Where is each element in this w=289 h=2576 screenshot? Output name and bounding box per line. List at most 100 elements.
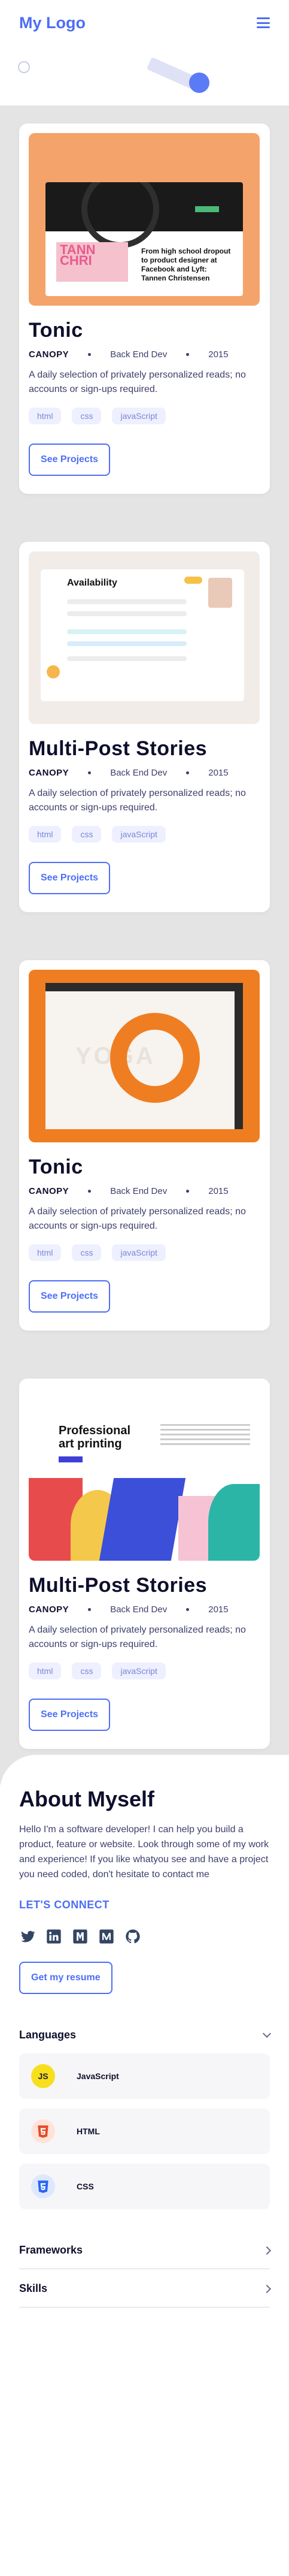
project-meta: CANOPY Back End Dev 2015 <box>29 768 260 778</box>
meta-dot <box>88 353 92 356</box>
languages-list: JS JavaScript HTML CSS <box>19 2053 270 2231</box>
skills-group: Skills <box>19 2269 272 2307</box>
see-projects-button[interactable]: See Projects <box>29 1280 111 1313</box>
project-company: CANOPY <box>29 1186 69 1196</box>
project-year: 2015 <box>208 768 229 778</box>
hamburger-menu-icon[interactable] <box>257 17 270 28</box>
meta-dot <box>88 1190 92 1193</box>
javascript-icon: JS <box>31 2064 55 2088</box>
project-card: Professional art printing Multi-Post Sto… <box>19 1379 270 1749</box>
project-tags: html css javaScript <box>29 826 260 843</box>
project-thumbnail: TANN CHRI From high school dropout to pr… <box>29 133 260 306</box>
project-role: Back End Dev <box>110 349 168 360</box>
project-card: YOGA Tonic CANOPY Back End Dev 2015 A da… <box>19 960 270 1331</box>
project-tags: html css javaScript <box>29 408 260 424</box>
chevron-right-icon <box>262 2284 272 2293</box>
skill-item-html: HTML <box>19 2109 270 2154</box>
project-title: Multi-Post Stories <box>29 737 208 760</box>
meta-dot <box>88 1608 92 1611</box>
angellist-icon[interactable] <box>72 1928 89 1945</box>
project-year: 2015 <box>208 1604 229 1615</box>
project-card: TANN CHRI From high school dropout to pr… <box>19 123 270 494</box>
logo[interactable]: My Logo <box>19 14 86 32</box>
tag: html <box>29 408 62 424</box>
languages-toggle[interactable]: Languages <box>19 2016 272 2053</box>
project-title: Tonic <box>29 1156 83 1178</box>
tag: css <box>72 1244 102 1261</box>
languages-group: Languages JS JavaScript HTML CSS <box>19 2016 272 2231</box>
decor-circle-outline <box>18 61 30 73</box>
project-company: CANOPY <box>29 1604 69 1615</box>
frameworks-label: Frameworks <box>19 2244 83 2256</box>
meta-dot <box>186 1190 190 1193</box>
get-resume-button[interactable]: Get my resume <box>19 1962 112 1994</box>
project-company: CANOPY <box>29 768 69 778</box>
project-tags: html css javaScript <box>29 1663 260 1679</box>
linkedin-icon[interactable] <box>45 1928 62 1945</box>
project-role: Back End Dev <box>110 768 168 778</box>
tag: html <box>29 1244 62 1261</box>
frameworks-toggle[interactable]: Frameworks <box>19 2231 272 2269</box>
about-text: Hello I'm a software developer! I can he… <box>19 1824 269 1880</box>
see-projects-button[interactable]: See Projects <box>29 444 111 476</box>
tag: javaScript <box>112 1663 166 1679</box>
frameworks-group: Frameworks <box>19 2231 272 2269</box>
languages-label: Languages <box>19 2029 77 2041</box>
project-meta: CANOPY Back End Dev 2015 <box>29 1604 260 1615</box>
skill-item-javascript: JS JavaScript <box>19 2053 270 2099</box>
project-role: Back End Dev <box>110 1186 168 1196</box>
social-links <box>19 1928 270 1945</box>
medium-icon[interactable] <box>98 1928 115 1945</box>
project-thumbnail: Professional art printing <box>29 1388 260 1561</box>
twitter-icon[interactable] <box>19 1928 36 1945</box>
skill-item-css: CSS <box>19 2164 270 2209</box>
meta-dot <box>186 771 190 774</box>
tag: javaScript <box>112 826 166 843</box>
project-title: Tonic <box>29 319 83 342</box>
tag: javaScript <box>112 1244 166 1261</box>
meta-dot <box>186 1608 190 1611</box>
see-projects-button[interactable]: See Projects <box>29 1699 111 1731</box>
tag: javaScript <box>112 408 166 424</box>
about-section: About Myself Hello I'm a software develo… <box>0 1755 289 2307</box>
project-description: A daily selection of privately personali… <box>29 1625 246 1649</box>
skills-toggle[interactable]: Skills <box>19 2269 272 2307</box>
project-role: Back End Dev <box>110 1604 168 1615</box>
chevron-down-icon <box>262 2029 272 2038</box>
project-thumbnail: YOGA <box>29 970 260 1142</box>
project-title: Multi-Post Stories <box>29 1574 208 1597</box>
hero-decoration <box>0 46 289 105</box>
skill-name: HTML <box>77 2126 100 2136</box>
project-tags: html css javaScript <box>29 1244 260 1261</box>
skill-name: JavaScript <box>77 2071 119 2081</box>
project-description: A daily selection of privately personali… <box>29 1206 246 1231</box>
project-meta: CANOPY Back End Dev 2015 <box>29 1186 260 1196</box>
lets-connect-label: LET'S CONNECT <box>19 1899 109 1911</box>
html5-icon <box>31 2119 55 2143</box>
tag: css <box>72 1663 102 1679</box>
see-projects-button[interactable]: See Projects <box>29 862 111 894</box>
project-description: A daily selection of privately personali… <box>29 788 246 813</box>
tag: html <box>29 1663 62 1679</box>
skill-name: CSS <box>77 2182 94 2191</box>
project-thumbnail: Availability <box>29 551 260 724</box>
project-meta: CANOPY Back End Dev 2015 <box>29 349 260 360</box>
meta-dot <box>186 353 190 356</box>
projects-section: TANN CHRI From high school dropout to pr… <box>0 105 289 1785</box>
page: My Logo TANN CHRI From high school dropo… <box>0 0 289 2576</box>
project-description: A daily selection of privately personali… <box>29 370 246 394</box>
project-card: Availability Multi-Post Stories CANOPY B… <box>19 542 270 912</box>
tag: html <box>29 826 62 843</box>
github-icon[interactable] <box>124 1928 141 1945</box>
project-company: CANOPY <box>29 349 69 360</box>
skills-label: Skills <box>19 2282 48 2294</box>
project-year: 2015 <box>208 1186 229 1196</box>
chevron-right-icon <box>262 2246 272 2255</box>
tag: css <box>72 826 102 843</box>
css3-icon <box>31 2174 55 2198</box>
tag: css <box>72 408 102 424</box>
about-title: About Myself <box>19 1787 155 1811</box>
meta-dot <box>88 771 92 774</box>
project-year: 2015 <box>208 349 229 360</box>
site-header: My Logo <box>0 0 289 46</box>
